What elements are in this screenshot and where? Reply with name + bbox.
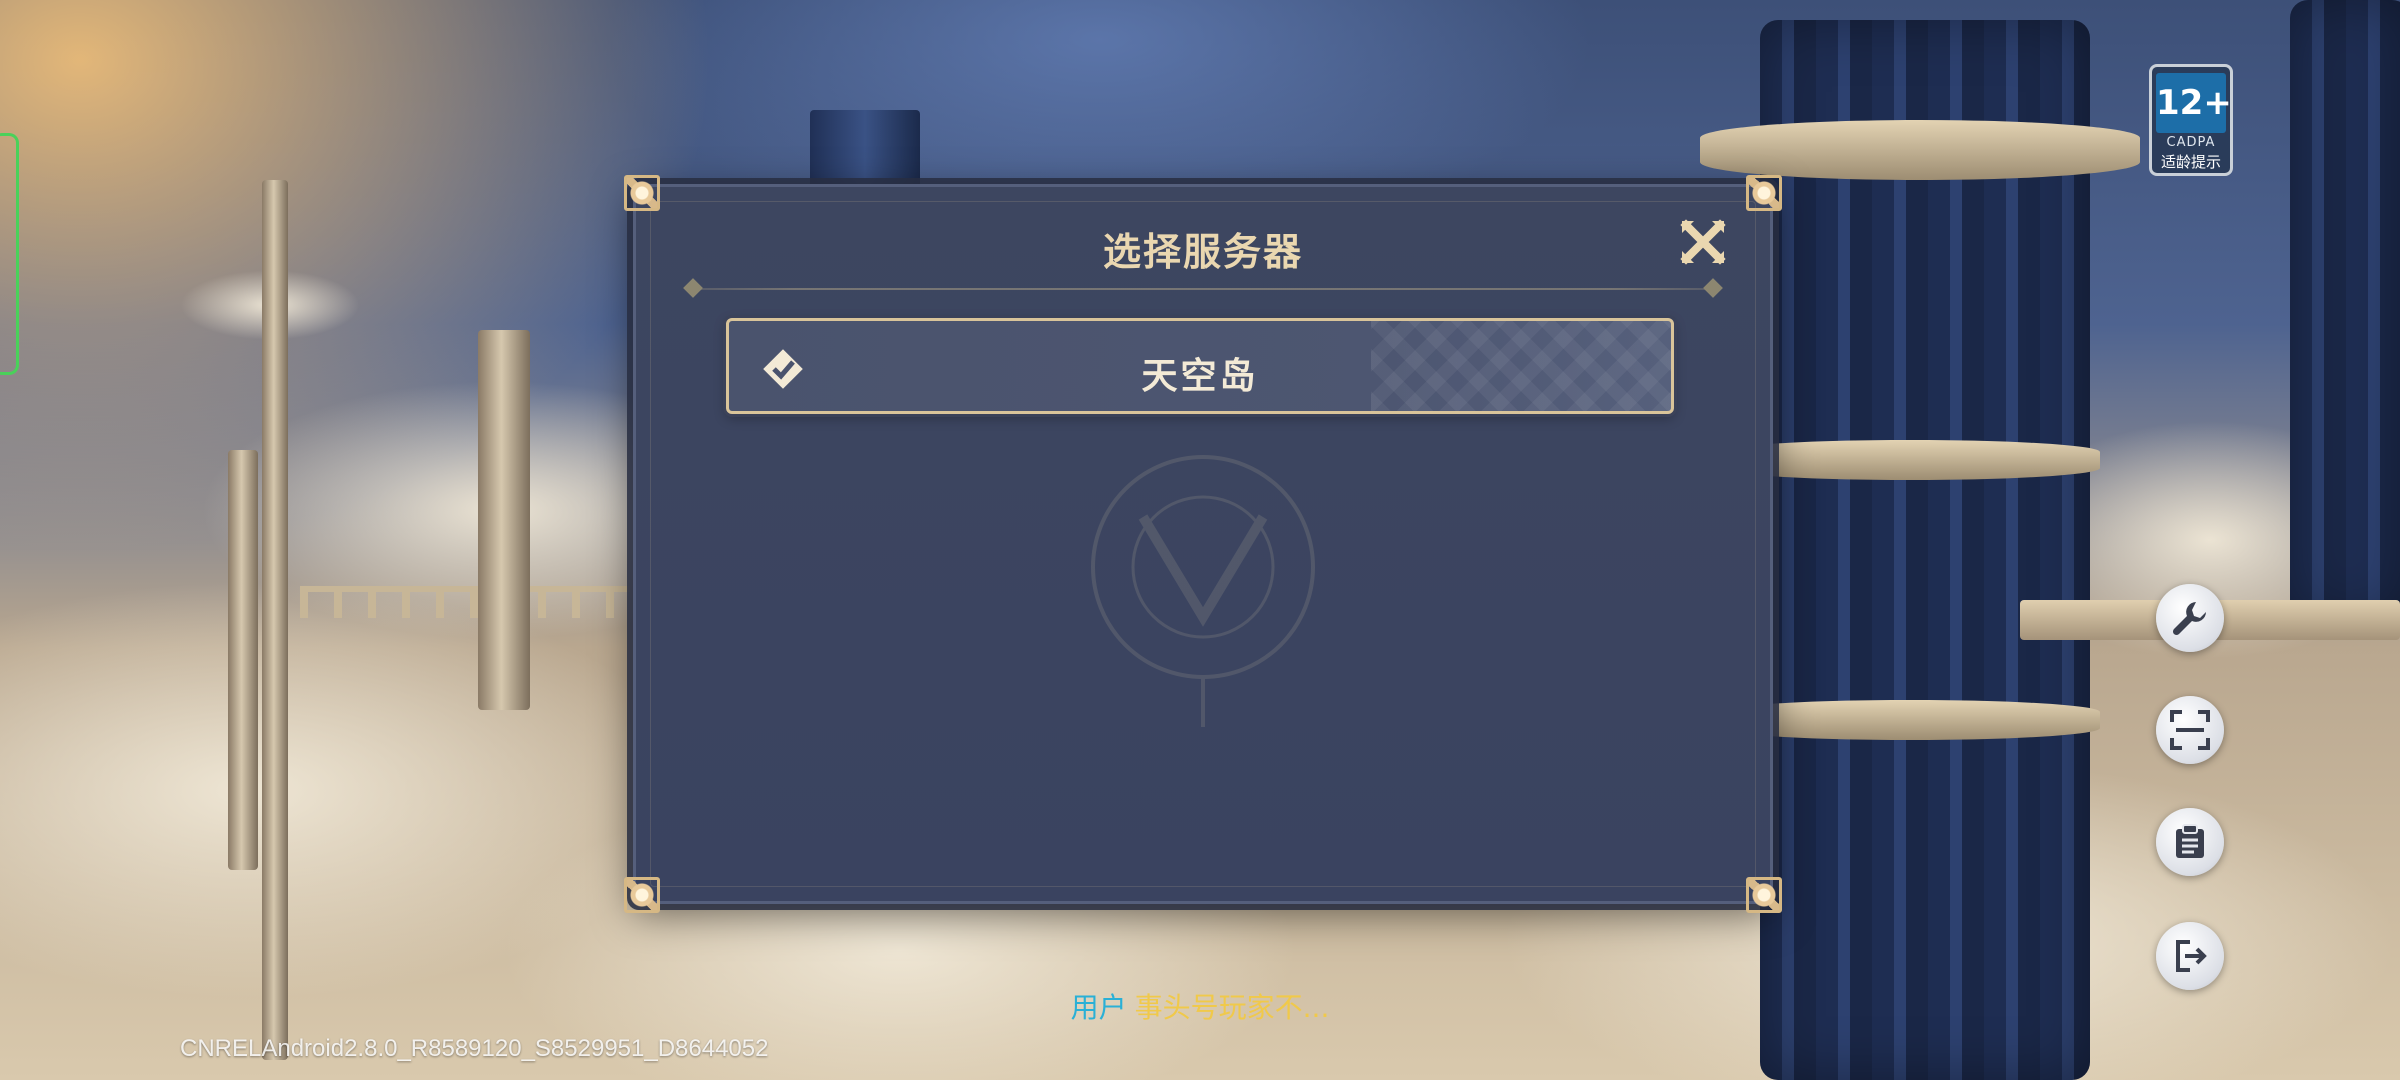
age-rating-number: 12+ [2156, 73, 2230, 133]
corner-ornament [1746, 175, 1782, 211]
close-button[interactable] [1678, 217, 1728, 267]
age-rating-tip: 适龄提示 [2160, 153, 2221, 171]
age-rating-org: CADPA [2166, 135, 2216, 150]
server-item-tiankongdao[interactable]: 天空岛 [726, 318, 1674, 414]
tower-ring [1720, 440, 2100, 480]
distant-arches [300, 586, 630, 618]
dialog-title: 选择服务器 [1102, 230, 1303, 274]
user-label: 用户 [1070, 991, 1127, 1024]
server-name: 天空岛 [1141, 356, 1259, 397]
close-x-icon [1680, 219, 1726, 265]
scan-button[interactable] [2156, 696, 2224, 764]
corner-ornament [624, 175, 660, 211]
corner-ornament [1746, 877, 1782, 913]
corner-ornament [624, 877, 660, 913]
logout-button[interactable] [2156, 922, 2224, 990]
version-string: CNRELAndroid2.8.0_R8589120_S8529951_D864… [180, 1035, 769, 1062]
tower-ring [1700, 120, 2140, 180]
repair-button[interactable] [2156, 584, 2224, 652]
title-divider [692, 288, 1714, 290]
tower [2290, 0, 2400, 620]
user-info[interactable]: 用户 事头号玩家不... [0, 986, 2400, 1026]
emblem-watermark [1091, 455, 1315, 727]
notice-button[interactable] [2156, 808, 2224, 876]
user-name: 事头号玩家不... [1134, 991, 1330, 1024]
server-select-dialog: 选择服务器 天空岛 [624, 175, 1782, 913]
wrench-icon [2172, 602, 2206, 636]
pillar [228, 450, 258, 870]
clipboard-icon [2176, 824, 2204, 858]
exit-icon [2176, 940, 2207, 972]
age-rating-badge[interactable]: 12+ CADPA 适龄提示 [2149, 64, 2233, 176]
pillar [262, 180, 288, 1060]
tower-ring [1720, 700, 2100, 740]
pillar [478, 330, 530, 710]
side-accent [0, 133, 19, 375]
scan-icon [2170, 710, 2210, 750]
